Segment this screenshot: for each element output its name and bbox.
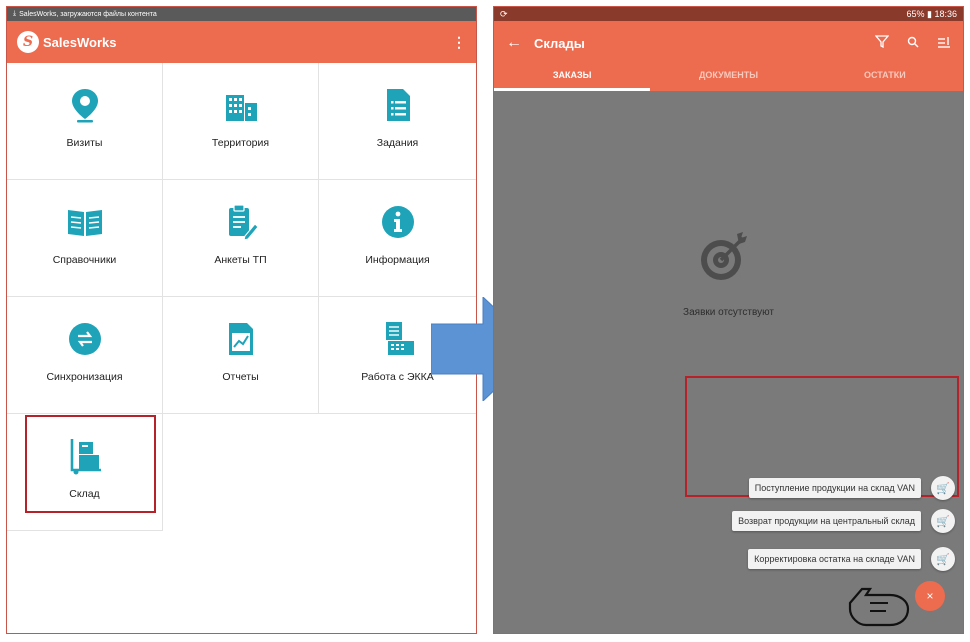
- tile-label: Территория: [211, 137, 270, 149]
- left-screen: ⤓ SalesWorks, загружаются файлы контента…: [6, 6, 477, 634]
- fab-action-return[interactable]: Возврат продукции на центральный склад 🛒: [732, 509, 955, 533]
- status-bar: ⤓ SalesWorks, загружаются файлы контента: [7, 7, 476, 21]
- tile-label: Справочники: [52, 254, 117, 266]
- tile-label: Синхронизация: [46, 371, 123, 383]
- target-dart-icon: [701, 232, 747, 280]
- info-icon: [381, 206, 414, 238]
- download-icon: ⤓: [13, 10, 17, 17]
- status-right: 65% ▮ 18:36: [906, 8, 958, 19]
- location-pin-icon: [71, 89, 98, 123]
- cart-icon[interactable]: 🛒: [931, 509, 955, 533]
- fab-action-label[interactable]: Возврат продукции на центральный склад: [732, 511, 921, 531]
- search-icon[interactable]: [907, 36, 919, 51]
- back-arrow-icon[interactable]: ←: [506, 34, 524, 52]
- overflow-menu-icon[interactable]: ⋮: [452, 34, 466, 51]
- status-text: SalesWorks, загружаются файлы контента: [19, 10, 157, 18]
- tile-label: Информация: [365, 254, 430, 266]
- pointing-hand-icon: [848, 587, 910, 627]
- tile-reports[interactable]: Отчеты: [163, 297, 319, 414]
- tile-information[interactable]: Информация: [319, 180, 476, 297]
- tile-label: Анкеты ТП: [214, 254, 267, 266]
- tile-questionnaires[interactable]: Анкеты ТП: [163, 180, 319, 297]
- tile-territory[interactable]: Территория: [163, 63, 319, 180]
- app-bar: S SalesWorks ⋮: [7, 21, 476, 63]
- tab-orders[interactable]: ЗАКАЗЫ: [494, 65, 651, 91]
- page-title: Склады: [534, 35, 585, 51]
- tile-label: Визиты: [66, 137, 103, 149]
- tile-references[interactable]: Справочники: [7, 180, 163, 297]
- saleswork-logo-icon: S: [17, 31, 39, 53]
- tile-sync[interactable]: Синхронизация: [7, 297, 163, 414]
- clipboard-edit-icon: [228, 204, 259, 241]
- document-list-icon: [386, 89, 410, 121]
- close-fab-button[interactable]: ×: [915, 581, 945, 611]
- fab-action-label[interactable]: Корректировка остатка на складе VAN: [748, 549, 921, 569]
- tile-label: Задания: [376, 137, 419, 149]
- chart-report-icon: [228, 323, 253, 355]
- open-book-icon: [67, 210, 102, 236]
- cart-icon[interactable]: 🛒: [931, 476, 955, 500]
- filter-icon[interactable]: [874, 35, 890, 51]
- empty-state-text: Заявки отсутствуют: [683, 307, 774, 318]
- cart-icon[interactable]: 🛒: [931, 547, 955, 571]
- tab-documents[interactable]: ДОКУМЕНТЫ: [650, 65, 806, 91]
- cash-register-icon: [385, 322, 414, 355]
- tile-visits[interactable]: Визиты: [7, 63, 163, 180]
- sync-arrows-icon: [68, 323, 101, 355]
- fab-action-receive[interactable]: Поступление продукции на склад VAN 🛒: [748, 476, 955, 500]
- fab-action-label[interactable]: Поступление продукции на склад VAN: [748, 478, 921, 498]
- app-bar: ← Склады: [494, 21, 963, 65]
- tab-bar: ЗАКАЗЫ ДОКУМЕНТЫ ОСТАТКИ: [494, 65, 963, 91]
- warehouse-highlight: [25, 415, 156, 513]
- sort-icon[interactable]: [937, 36, 951, 51]
- right-screen: ⟳ 65% ▮ 18:36 ← Склады ЗАКАЗЫ ДОКУМЕНТЫ …: [493, 6, 964, 634]
- status-left: ⟳: [500, 8, 508, 19]
- status-bar: ⟳ 65% ▮ 18:36: [494, 7, 963, 21]
- tab-stock[interactable]: ОСТАТКИ: [807, 65, 963, 91]
- tile-tasks[interactable]: Задания: [319, 63, 476, 180]
- buildings-icon: [225, 95, 257, 121]
- app-title: SalesWorks: [43, 34, 117, 50]
- tile-label: Работа с ЭККА: [361, 371, 434, 383]
- tile-label: Отчеты: [222, 371, 259, 383]
- fab-action-adjust[interactable]: Корректировка остатка на складе VAN 🛒: [748, 547, 955, 571]
